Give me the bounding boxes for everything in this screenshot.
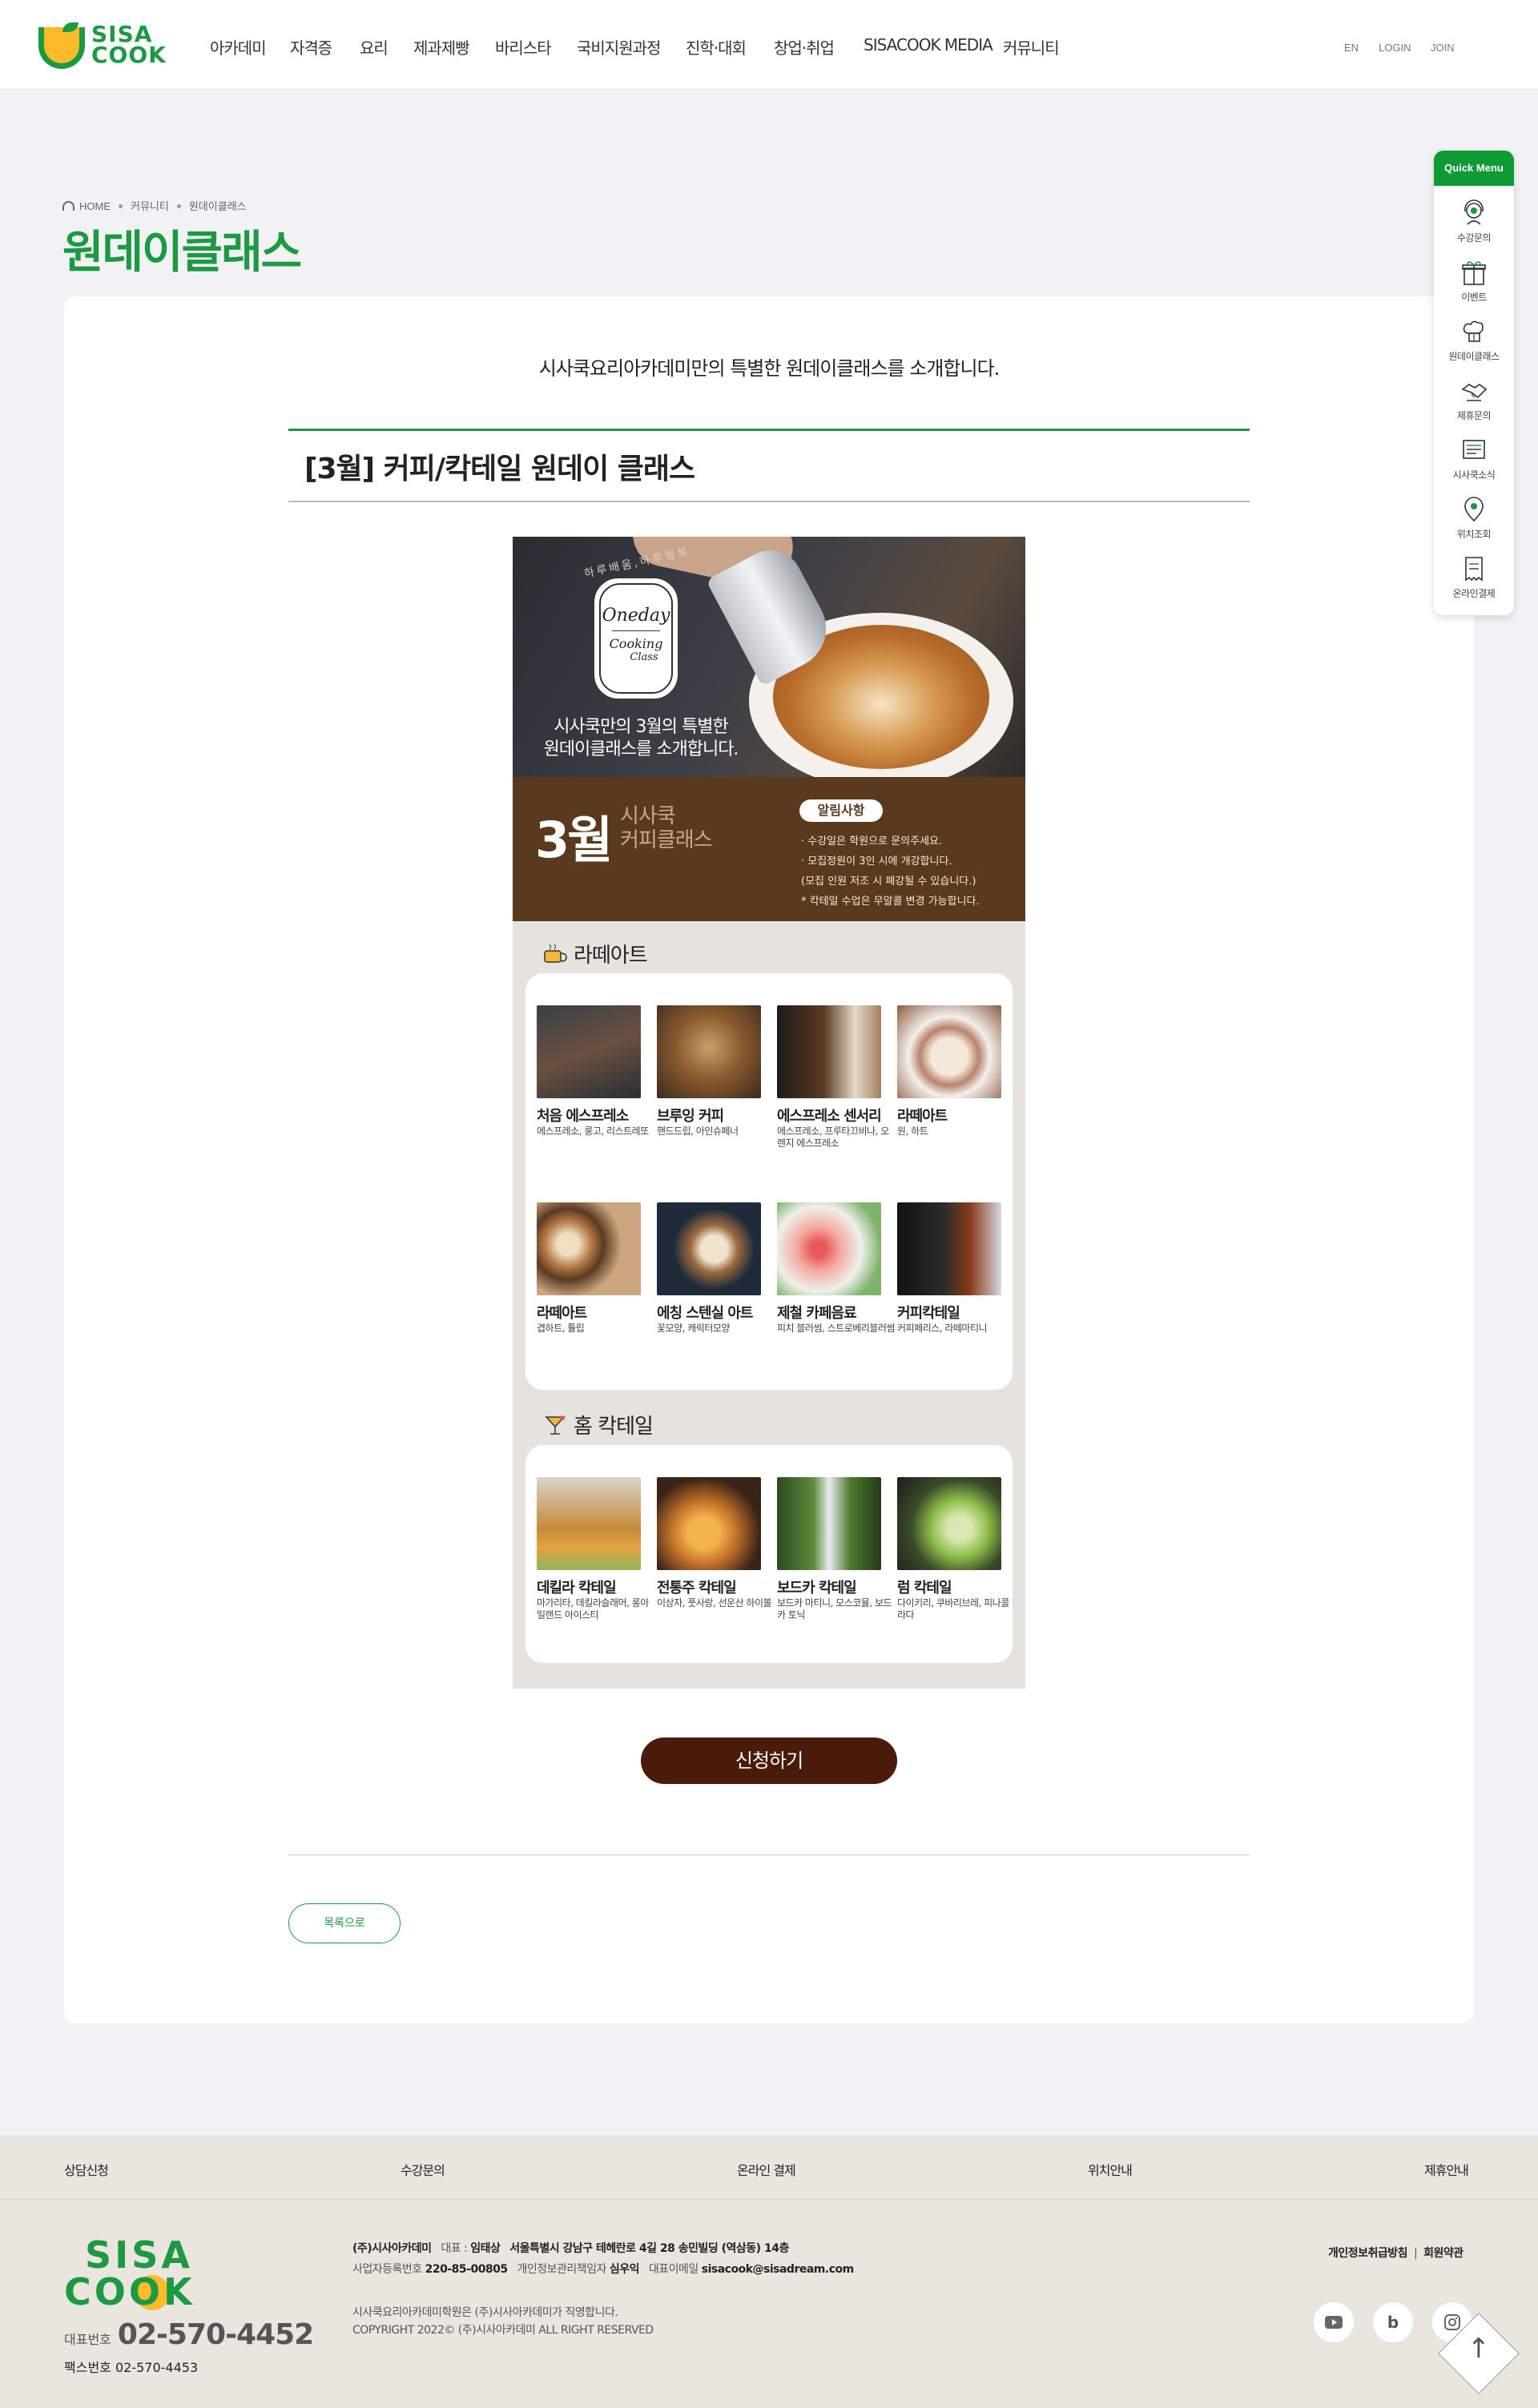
footer-logo: SISA COOK xyxy=(64,2233,195,2313)
poster-info-band: 3월 시사쿡 커피클래스 알림사항 · 수강일은 학원으로 문의주세요. · 모집… xyxy=(513,777,1025,921)
youtube-icon[interactable] xyxy=(1314,2302,1354,2342)
class-poster: 하루배움,하루행복 Oneday Cooking Class 시사쿡만의 3월의… xyxy=(513,537,1025,1689)
quick-news[interactable]: 시사쿡소식 xyxy=(1434,431,1514,490)
sisacook-logo[interactable]: SISA COOK xyxy=(38,19,175,70)
copyright: COPYRIGHT 2022© (주)시사아카데미 ALL RIGHT RESE… xyxy=(352,2324,654,2337)
quick-inquiry[interactable]: 수강문의 xyxy=(1434,194,1514,253)
gift-icon xyxy=(1462,261,1486,285)
cocktail-glass-icon xyxy=(545,1415,566,1435)
nav-certificate[interactable]: 자격증 xyxy=(290,35,332,58)
join-link[interactable]: JOIN xyxy=(1431,42,1455,54)
post-title: [3월] 커피/칵테일 원데이 클래스 xyxy=(304,453,695,485)
divider xyxy=(288,1854,1250,1855)
breadcrumb: HOME 커뮤니티 원데이클래스 xyxy=(62,198,247,213)
intro-text: 시사쿡요리아카데미만의 특별한 원데이클래스를 소개합니다. xyxy=(538,357,1001,380)
quick-menu: Quick Menu 수강문의 이벤트 원데이클래스 제휴문의 시사쿡소식 위치… xyxy=(1434,151,1514,615)
login-link[interactable]: LOGIN xyxy=(1379,42,1411,54)
nav-barista[interactable]: 바리스타 xyxy=(495,35,552,58)
privacy-policy-link[interactable]: 개인정보취급방침 xyxy=(1328,2247,1408,2260)
nav-gov-course[interactable]: 국비지원과정 xyxy=(577,35,661,58)
footer-links-bar: 상담신청 수강문의 온라인 결제 위치안내 제휴안내 xyxy=(0,2136,1538,2200)
terms-link[interactable]: 회원약관 xyxy=(1423,2247,1464,2260)
lang-en-link[interactable]: EN xyxy=(1344,42,1359,54)
quick-menu-title: Quick Menu xyxy=(1434,151,1514,186)
company-info: (주)시사아카데미 대표 : 임태상 서울특별시 강남구 테헤란로 4길 28 … xyxy=(352,2242,789,2255)
chef-icon xyxy=(1463,320,1484,342)
quick-partnership[interactable]: 제휴문의 xyxy=(1434,372,1514,431)
section-cocktail-heading: 홈 칵테일 xyxy=(542,1410,654,1440)
footer-link-payment[interactable]: 온라인 결제 xyxy=(737,2160,796,2179)
poster-hero-image: 하루배움,하루행복 Oneday Cooking Class 시사쿡만의 3월의… xyxy=(513,537,1025,777)
divider xyxy=(288,501,1250,502)
home-icon[interactable] xyxy=(62,201,74,211)
coffee-cup-icon xyxy=(544,944,567,963)
notice-list: · 수강일은 학원으로 문의주세요. · 모집정원이 3인 시에 개강합니다. … xyxy=(801,836,980,908)
nav-baking[interactable]: 제과제빵 xyxy=(413,35,470,58)
receipt-icon xyxy=(1465,557,1483,582)
quick-event[interactable]: 이벤트 xyxy=(1434,253,1514,312)
headset-icon xyxy=(1464,199,1484,225)
nav-community[interactable]: 커뮤니티 xyxy=(1003,35,1060,58)
blog-icon[interactable]: b xyxy=(1373,2302,1413,2342)
footer-link-inquiry[interactable]: 수강문의 xyxy=(401,2160,445,2179)
fax-number: 팩스번호 02-570-4453 xyxy=(64,2360,199,2375)
quick-location[interactable]: 위치조회 xyxy=(1434,490,1514,550)
footer-link-location[interactable]: 위치안내 xyxy=(1088,2160,1133,2179)
newspaper-icon xyxy=(1463,440,1485,459)
nav-cooking[interactable]: 요리 xyxy=(360,35,389,58)
cocktail-panel: 데킬라 칵테일 마가리타, 데킬라슬래머, 롱아일랜드 아이스티 전통주 칵테일 이… xyxy=(525,1445,1013,1663)
hero-text: 시사쿡만의 3월의 특별한 원데이클래스를 소개합니다. xyxy=(543,717,739,759)
operated-note: 시사쿡요리아카데미학원은 (주)시사아카데미가 직영합니다. xyxy=(352,2306,618,2319)
quick-oneday-class[interactable]: 원데이클래스 xyxy=(1434,312,1514,372)
page-title: 원데이클래스 xyxy=(62,227,302,279)
footer-link-consult[interactable]: 상담신청 xyxy=(64,2160,109,2179)
policy-links: 개인정보취급방침 | 회원약관 xyxy=(1328,2247,1464,2260)
tel-number: 대표번호 02-570-4452 xyxy=(64,2318,314,2351)
footer: SISA COOK 대표번호 02-570-4452 팩스번호 02-570-44… xyxy=(0,2200,1538,2408)
footer-link-partnership[interactable]: 제휴안내 xyxy=(1424,2160,1469,2179)
back-to-list-button[interactable]: 목록으로 xyxy=(288,1903,401,1943)
arrow-up-icon: ↑ xyxy=(1467,2333,1491,2365)
nav-admission[interactable]: 진학·대회 xyxy=(686,35,747,58)
month-subtitle: 시사쿡 커피클래스 xyxy=(620,804,713,852)
notice-pill: 알림사항 xyxy=(799,799,883,822)
latte-art-panel: 처음 에스프레소 에스프레소, 룽고, 리스트레또 브루잉 커피 핸드드립, 아인슈… xyxy=(525,973,1013,1390)
quick-online-payment[interactable]: 온라인결제 xyxy=(1434,550,1514,609)
divider xyxy=(288,429,1250,431)
oneday-badge: Oneday Cooking Class xyxy=(599,583,673,694)
section-latte-art-heading: 라떼아트 xyxy=(542,939,648,968)
nav-startup[interactable]: 창업·취업 xyxy=(774,35,835,58)
map-pin-icon xyxy=(1464,497,1484,522)
handshake-icon xyxy=(1461,384,1488,401)
nav-academy[interactable]: 아카데미 xyxy=(210,35,267,58)
nav-media[interactable]: SISACOOK MEDIA xyxy=(864,35,993,54)
month-label: 3월 xyxy=(535,811,613,869)
business-info: 사업자등록번호 220-85-00805 개인정보관리책임자 심우익 대표이메일… xyxy=(352,2263,854,2276)
apply-button[interactable]: 신청하기 xyxy=(641,1738,897,1784)
